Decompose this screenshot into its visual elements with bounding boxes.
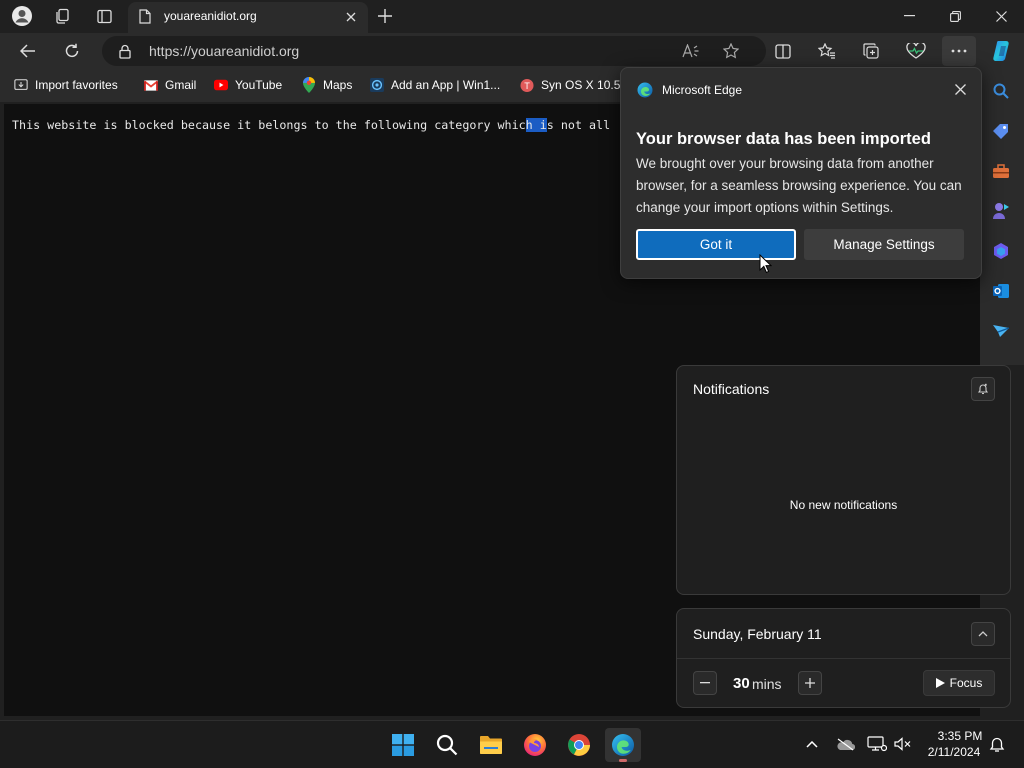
restore-icon[interactable] — [942, 6, 968, 26]
calendar-date: Sunday, February 11 — [693, 626, 822, 642]
file-explorer-icon[interactable] — [473, 728, 509, 762]
tag-icon[interactable] — [988, 120, 1014, 142]
split-screen-icon[interactable] — [772, 40, 794, 62]
fav-gmail[interactable]: Gmail — [144, 78, 196, 92]
send-icon[interactable] — [988, 320, 1014, 342]
workspaces-icon[interactable] — [50, 4, 74, 28]
browser-essentials-icon[interactable] — [904, 40, 928, 62]
favorites-icon[interactable] — [816, 40, 838, 62]
bell-icon[interactable] — [986, 734, 1008, 754]
increase-focus-button[interactable] — [798, 671, 822, 695]
fav-label: Maps — [323, 78, 353, 92]
decrease-focus-button[interactable] — [693, 671, 717, 695]
app-icon — [370, 78, 384, 92]
chrome-icon[interactable] — [561, 728, 597, 762]
blocked-text-start: This website is blocked because it belon… — [12, 118, 526, 132]
tab-close-icon[interactable] — [343, 9, 359, 25]
plus-icon — [805, 678, 815, 688]
fav-label: Gmail — [165, 78, 197, 92]
notifications-title: Notifications — [693, 381, 770, 397]
favorite-star-icon[interactable] — [720, 40, 742, 62]
settings-more-icon[interactable] — [942, 36, 976, 66]
maps-pin-icon — [302, 77, 316, 93]
network-icon[interactable] — [866, 734, 888, 754]
tab-actions-icon[interactable] — [92, 4, 116, 28]
games-icon[interactable] — [988, 200, 1014, 222]
close-icon[interactable] — [988, 6, 1014, 26]
active-app-indicator — [619, 759, 627, 762]
mouse-cursor-icon — [759, 254, 773, 274]
fav-label: YouTube — [235, 78, 283, 92]
fav-import-favorites[interactable]: Import favorites — [14, 78, 118, 92]
syn-icon: T — [520, 78, 534, 92]
profile-avatar-icon[interactable] — [9, 4, 35, 28]
divider — [677, 658, 1010, 659]
blocked-text-end: s not all — [546, 118, 611, 132]
clock-time[interactable]: 3:35 PM — [930, 729, 990, 743]
fav-add-an-app[interactable]: Add an App | Win1... — [370, 78, 500, 92]
fav-label: Syn OS X 10.5... — [541, 78, 631, 92]
play-icon — [935, 678, 945, 688]
dialog-app-name: Microsoft Edge — [662, 83, 743, 97]
firefox-icon[interactable] — [517, 728, 553, 762]
selected-text: h i — [525, 118, 547, 132]
office-icon[interactable] — [988, 240, 1014, 262]
onedrive-icon[interactable] — [834, 734, 856, 754]
clock-date[interactable]: 2/11/2024 — [922, 745, 986, 759]
minimize-icon[interactable] — [896, 6, 922, 26]
outlook-icon[interactable] — [988, 280, 1014, 302]
minus-icon — [700, 682, 710, 684]
fav-label: Import favorites — [35, 78, 118, 92]
focus-minutes-unit: mins — [752, 676, 782, 692]
new-tab-button[interactable] — [374, 6, 396, 26]
plus-icon — [378, 9, 392, 23]
edge-icon[interactable] — [605, 728, 641, 762]
no-notifications-text: No new notifications — [789, 498, 898, 512]
edge-logo-icon — [636, 81, 654, 99]
back-button[interactable] — [16, 40, 40, 62]
fav-label: Add an App | Win1... — [391, 78, 501, 92]
focus-label: Focus — [949, 676, 983, 690]
import-icon — [14, 78, 28, 92]
dialog-body: We brought over your browsing data from … — [636, 156, 962, 215]
page-icon — [138, 8, 152, 24]
notification-center — [676, 365, 1011, 595]
read-aloud-icon[interactable] — [680, 40, 702, 62]
search-icon[interactable] — [429, 728, 465, 762]
svg-text:T: T — [523, 80, 530, 90]
blocked-message: This website is blocked because it belon… — [12, 118, 610, 132]
copilot-icon[interactable] — [988, 38, 1016, 64]
fav-youtube[interactable]: YouTube — [214, 78, 282, 92]
url-text[interactable]: https://youareanidiot.org — [149, 43, 299, 59]
manage-settings-button[interactable]: Manage Settings — [804, 229, 964, 260]
chevron-up-icon — [978, 631, 988, 637]
fav-syn-os[interactable]: T Syn OS X 10.5... — [520, 78, 630, 92]
windows-start-icon[interactable] — [385, 728, 421, 762]
dialog-close-icon[interactable] — [951, 80, 969, 98]
focus-button[interactable]: Focus — [923, 670, 995, 696]
tab-title: youareanidiot.org — [164, 9, 257, 23]
search-icon[interactable] — [988, 80, 1014, 102]
collections-icon[interactable] — [860, 40, 882, 62]
gmail-icon — [144, 78, 158, 92]
fav-maps[interactable]: Maps — [302, 77, 353, 93]
focus-minutes-value: 30 — [733, 675, 750, 692]
volume-muted-icon[interactable] — [892, 734, 914, 754]
collapse-calendar-button[interactable] — [971, 622, 995, 646]
do-not-disturb-icon[interactable] — [971, 377, 995, 401]
youtube-icon — [214, 78, 228, 92]
toolbox-icon[interactable] — [988, 160, 1014, 182]
refresh-button[interactable] — [60, 40, 84, 62]
dialog-title: Your browser data has been imported — [636, 130, 931, 148]
chevron-up-icon[interactable] — [802, 734, 822, 754]
lock-icon[interactable] — [118, 42, 132, 60]
